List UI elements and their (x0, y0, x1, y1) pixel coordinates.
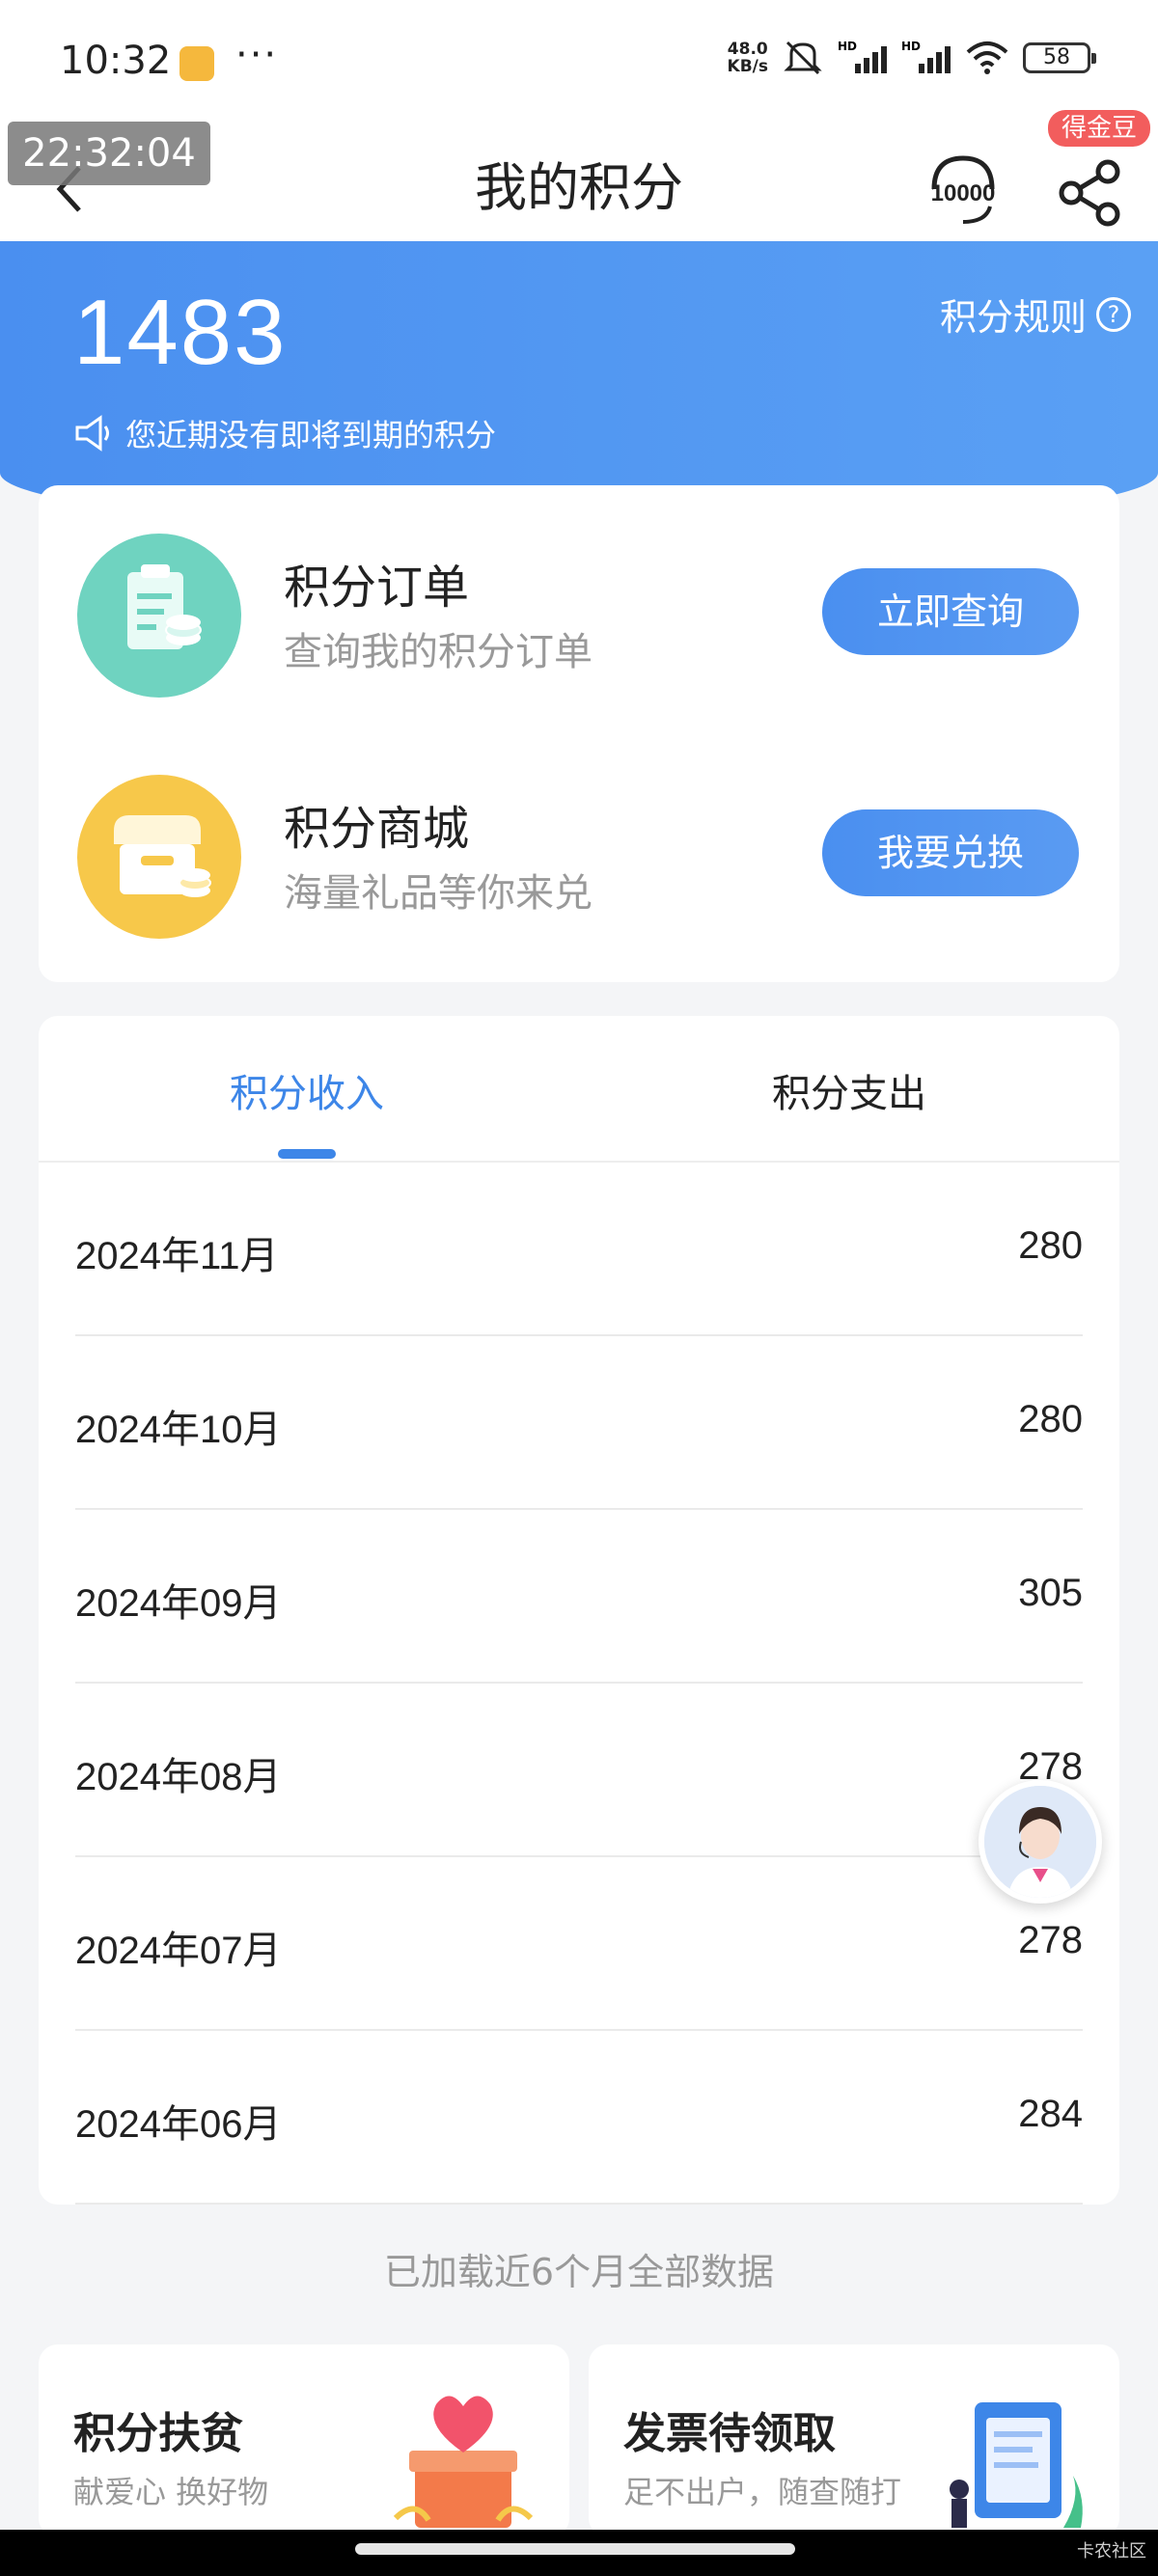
points-rules-link[interactable]: 积分规则 ? (940, 288, 1131, 341)
watermark: 卡农社区 (1077, 2541, 1146, 2562)
points-order-row: 积分订单 查询我的积分订单 立即查询 (39, 485, 1119, 726)
clipboard-coin-icon (77, 534, 241, 698)
status-icons: 48.0 KB/s HD HD 58 (728, 39, 1096, 77)
points-mall-row: 积分商城 海量礼品等你来兑 我要兑换 (39, 726, 1119, 968)
table-row[interactable]: 2024年11月 280 (75, 1163, 1083, 1336)
share-button[interactable] (1052, 154, 1129, 232)
record-points: 284 (1018, 2093, 1083, 2135)
speaker-icon (75, 415, 109, 452)
question-icon: ? (1096, 296, 1131, 332)
points-order-subtitle: 查询我的积分订单 (284, 630, 593, 674)
tab-points-income[interactable]: 积分收入 (114, 1062, 500, 1118)
promo-subtitle: 献爱心 换好物 (73, 2474, 269, 2510)
query-now-button[interactable]: 立即查询 (822, 568, 1079, 655)
wifi-icon (966, 41, 1008, 74)
app-header: 我的积分 22:32:04 10000 得金豆 (0, 110, 1158, 241)
promo-title: 积分扶贫 (73, 2409, 243, 2458)
record-points: 305 (1018, 1572, 1083, 1614)
shop-coin-icon (77, 775, 241, 939)
more-notifications-icon: ··· (235, 33, 279, 77)
share-icon (1059, 159, 1120, 227)
battery-icon: 58 (1023, 42, 1096, 73)
record-month: 2024年10月 (75, 1409, 282, 1451)
network-speed-value: 48.0 (727, 40, 768, 59)
home-gesture-handle[interactable] (355, 2543, 795, 2555)
record-month: 2024年07月 (75, 1930, 282, 1972)
mute-icon (784, 41, 822, 75)
points-order-title: 积分订单 (284, 561, 470, 615)
record-month: 2024年06月 (75, 2103, 282, 2146)
points-mall-title: 积分商城 (284, 802, 470, 856)
tab-points-expense[interactable]: 积分支出 (656, 1062, 1042, 1118)
headset-10000-icon: 10000 (931, 155, 996, 224)
signal-hd-icon: HD (838, 40, 887, 73)
table-row[interactable]: 2024年08月 278 (75, 1684, 1083, 1857)
status-time: 10:32 (60, 39, 172, 83)
record-points: 280 (1018, 1398, 1083, 1440)
poverty-relief-card[interactable]: 积分扶贫 献爱心 换好物 (39, 2344, 569, 2537)
record-month: 2024年08月 (75, 1756, 282, 1798)
status-bar: 10:32 ··· 48.0 KB/s HD HD 58 (0, 0, 1158, 135)
record-month: 2024年09月 (75, 1582, 282, 1625)
record-points: 280 (1018, 1224, 1083, 1267)
network-speed-unit: KB/s (727, 57, 768, 76)
svg-text:HD: HD (901, 40, 921, 53)
points-balance: 1483 (73, 281, 288, 384)
promo-title: 发票待领取 (623, 2409, 836, 2458)
points-mall-subtitle: 海量礼品等你来兑 (284, 871, 593, 916)
expire-notice: 您近期没有即将到期的积分 (73, 411, 496, 455)
signal-hd-icon-2: HD (901, 40, 951, 73)
customer-service-avatar[interactable] (979, 1780, 1102, 1904)
record-month: 2024年11月 (75, 1235, 279, 1277)
invoice-card[interactable]: 发票待领取 足不出户，随查随打 (589, 2344, 1119, 2537)
promo-subtitle: 足不出户，随查随打 (623, 2474, 902, 2510)
expire-notice-text: 您近期没有即将到期的积分 (125, 417, 497, 453)
system-nav-bar: 卡农社区 (0, 2530, 1158, 2576)
heart-gift-icon (393, 2396, 534, 2528)
invoice-illustration-icon (950, 2402, 1083, 2528)
points-records-card: 积分收入 积分支出 2024年11月 280 2024年10月 280 2024… (39, 1016, 1119, 2205)
points-rules-label: 积分规则 (939, 296, 1087, 339)
gold-beans-badge[interactable]: 得金豆 (1048, 110, 1151, 147)
network-speed: 48.0 KB/s (728, 41, 768, 75)
records-tabs: 积分收入 积分支出 (39, 1016, 1119, 1163)
table-row[interactable]: 2024年07月 278 (75, 1857, 1083, 2031)
clock-overlay: 22:32:04 (8, 122, 210, 185)
points-actions-card: 积分订单 查询我的积分订单 立即查询 积分商城 海量礼品等你来兑 我要兑换 (39, 485, 1119, 982)
hotline-button[interactable]: 10000 (924, 145, 1002, 232)
table-row[interactable]: 2024年09月 305 (75, 1510, 1083, 1684)
hotline-label: 10000 (931, 180, 996, 206)
table-row[interactable]: 2024年10月 280 (75, 1336, 1083, 1510)
active-tab-indicator (278, 1149, 336, 1159)
loaded-all-notice: 已加载近6个月全部数据 (383, 2251, 775, 2293)
svg-text:HD: HD (838, 40, 857, 53)
redeem-button[interactable]: 我要兑换 (822, 809, 1079, 896)
record-points: 278 (1018, 1919, 1083, 1961)
notification-app-icon (179, 46, 214, 81)
table-row[interactable]: 2024年06月 284 (75, 2031, 1083, 2205)
